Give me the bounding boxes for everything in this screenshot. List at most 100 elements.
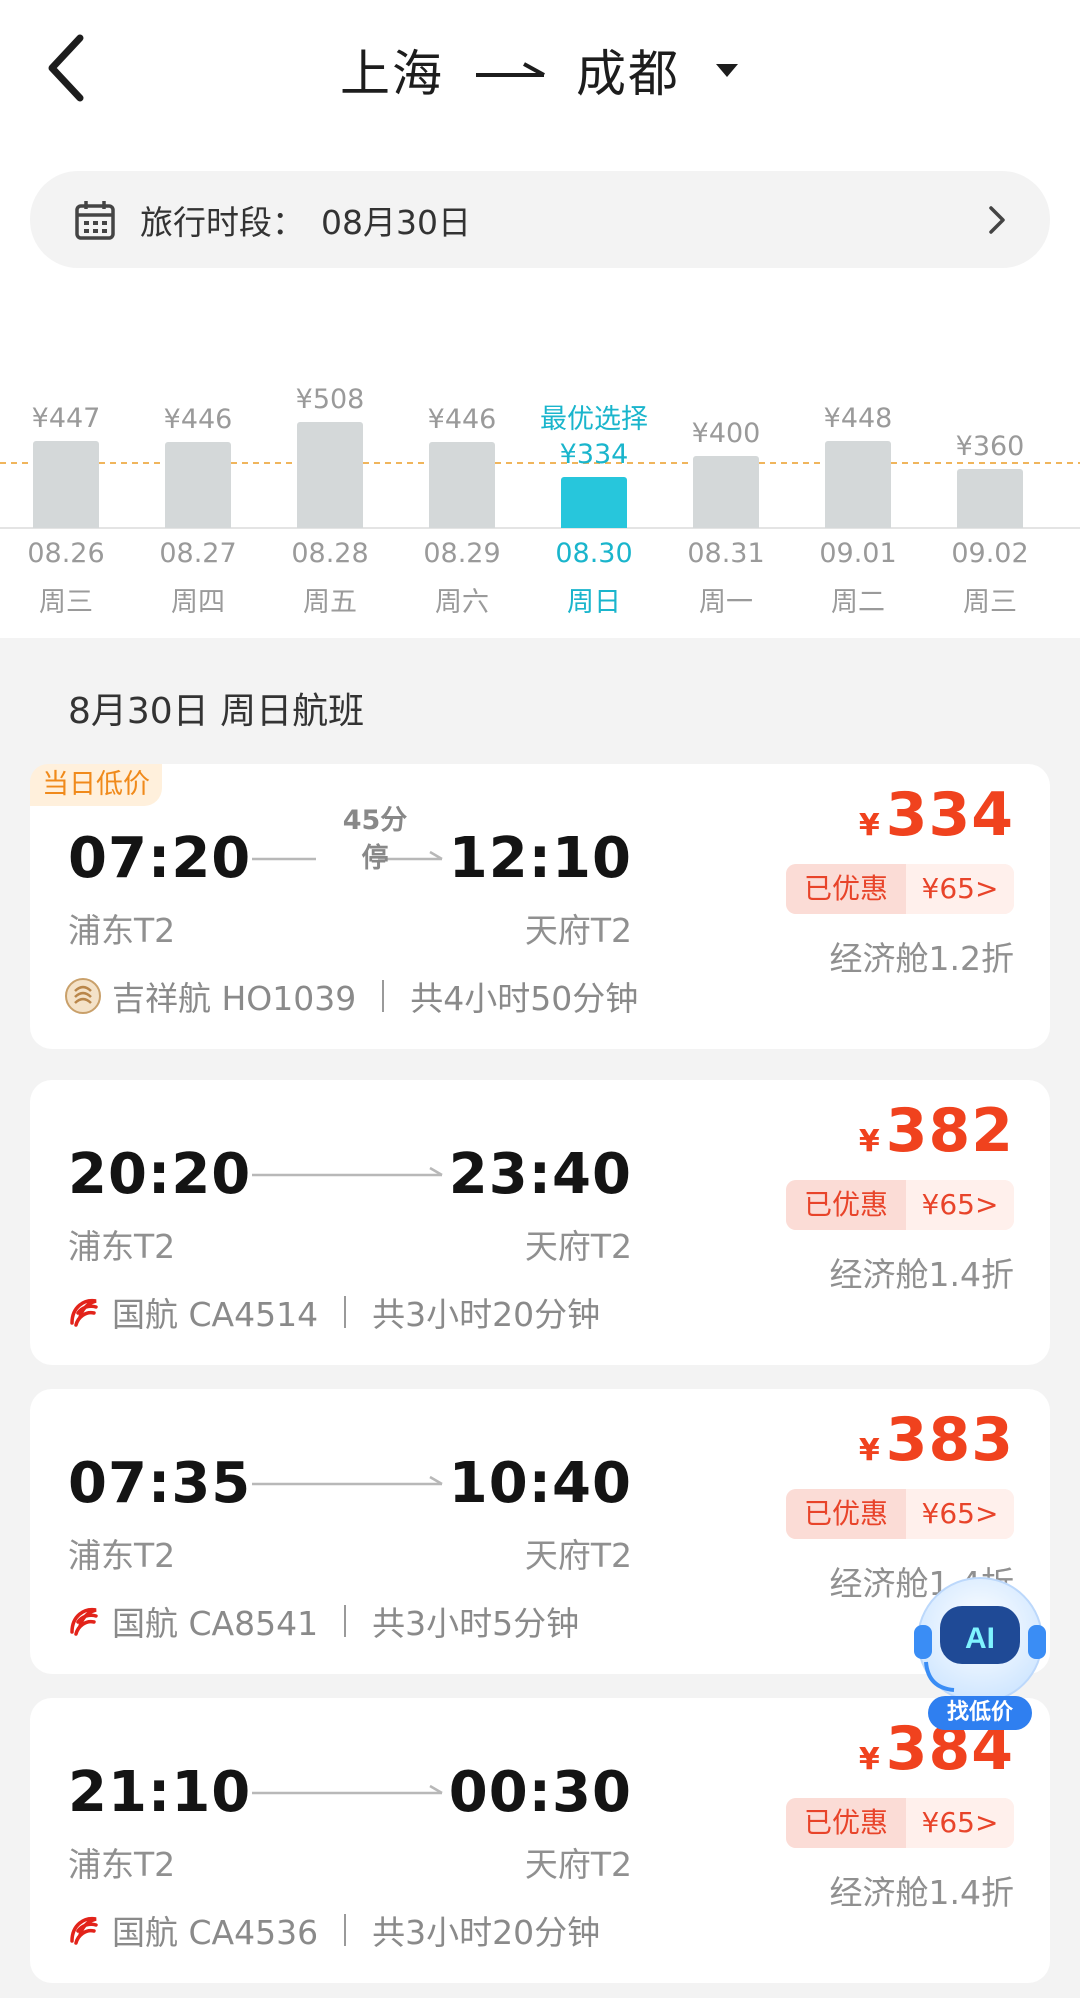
- flight-duration: 共4小时50分钟: [410, 979, 639, 1018]
- discount-badge[interactable]: 已优惠 ¥65>: [786, 1798, 1014, 1848]
- bar-date-label: 08.26: [27, 538, 105, 569]
- discount-amount: ¥65>: [906, 1180, 1014, 1230]
- arrival-airport: 天府T2: [524, 911, 632, 950]
- price-bar: [561, 477, 627, 528]
- route-line: [252, 1784, 443, 1795]
- air-china-logo-icon: [70, 1298, 98, 1327]
- price-bar: [297, 421, 363, 528]
- departure-airport: 浦东T2: [68, 1845, 176, 1884]
- divider: [344, 1914, 347, 1946]
- air-china-logo-icon: [70, 1607, 98, 1636]
- bar-weekday-label: 周三: [963, 587, 1017, 618]
- bar-date-label: 08.30: [555, 538, 633, 569]
- bar-price-label: ¥334: [559, 439, 629, 471]
- arrival-time: 23:40: [448, 1142, 632, 1207]
- departure-airport: 浦东T2: [68, 911, 176, 950]
- arrival-time: 10:40: [448, 1451, 632, 1516]
- chevron-right-icon: [989, 206, 1005, 234]
- bar-weekday-label: 周六: [435, 587, 489, 618]
- divider: [344, 1296, 347, 1328]
- bar-weekday-label: 周一: [699, 587, 753, 618]
- airline-info: 国航 CA4536 共3小时20分钟: [64, 1908, 600, 1952]
- calendar-day-08-31[interactable]: ¥400 08.31 周一: [660, 370, 792, 620]
- price-bar: [429, 441, 495, 528]
- calendar-day-08-30[interactable]: ¥334 最优选择 08.30 周日: [528, 370, 660, 620]
- to-city: 成都: [576, 45, 680, 103]
- divider: [382, 980, 385, 1012]
- currency-symbol: ¥: [858, 1433, 880, 1468]
- currency-symbol: ¥: [858, 808, 880, 843]
- airline-flight-no: 国航 CA8541: [112, 1604, 319, 1643]
- price-amount: 383: [885, 1405, 1014, 1475]
- flight-card[interactable]: 21:10 00:30 浦东T2 天府T2 国航 CA4536 共3小时20分钟 ¥384 已…: [30, 1698, 1050, 1983]
- price: ¥383: [859, 1405, 1014, 1475]
- bar-price-label: ¥446: [427, 403, 497, 435]
- stopover-info: 45分 停: [342, 805, 408, 874]
- calendar-day-08-27[interactable]: ¥446 08.27 周四: [132, 370, 264, 620]
- price-calendar-chart: ¥447 08.26 周三 ¥446 08.27 周四 ¥508 08.28 周五 ¥446 08.…: [0, 370, 1080, 620]
- departure-time: 20:20: [68, 1142, 252, 1207]
- cabin-class: 经济舱1.2折: [829, 939, 1014, 978]
- discount-badge[interactable]: 已优惠 ¥65>: [786, 1180, 1014, 1230]
- discount-badge[interactable]: 已优惠 ¥65>: [786, 864, 1014, 914]
- price: ¥334: [859, 780, 1014, 850]
- arrival-airport: 天府T2: [524, 1845, 632, 1884]
- price-amount: 382: [885, 1096, 1014, 1166]
- bar-date-label: 09.01: [819, 538, 897, 569]
- airline-info: 国航 CA8541 共3小时5分钟: [64, 1599, 579, 1643]
- calendar-day-09-02[interactable]: ¥360 09.02 周三: [924, 370, 1056, 620]
- airline-info: 国航 CA4514 共3小时20分钟: [64, 1290, 600, 1334]
- price-bar: [693, 456, 759, 528]
- flight-card[interactable]: 20:20 23:40 浦东T2 天府T2 国航 CA4514 共3小时20分钟 ¥382 已…: [30, 1080, 1050, 1365]
- calendar-day-09-01[interactable]: ¥448 09.01 周二: [792, 370, 924, 620]
- arrival-time: 12:10: [448, 826, 632, 891]
- route-title[interactable]: 上海 成都: [0, 30, 1080, 110]
- departure-time: 07:20: [68, 826, 252, 891]
- route-line: [252, 1166, 443, 1177]
- bar-price-label: ¥360: [955, 430, 1025, 462]
- discount-badge[interactable]: 已优惠 ¥65>: [786, 1489, 1014, 1539]
- juneyao-logo-icon: [65, 978, 101, 1014]
- calendar-day-08-29[interactable]: ¥446 08.29 周六: [396, 370, 528, 620]
- discount-label: 已优惠: [786, 1180, 906, 1230]
- discount-amount: ¥65>: [906, 1489, 1014, 1539]
- route-arrow-icon: [476, 62, 545, 77]
- bar-price-label: ¥508: [295, 383, 365, 415]
- bar-date-label: 08.31: [687, 538, 765, 569]
- bar-date-label: 08.28: [291, 538, 369, 569]
- airline-flight-no: 国航 CA4514: [112, 1295, 319, 1334]
- bar-price-label: ¥447: [31, 403, 101, 435]
- arrival-airport: 天府T2: [524, 1536, 632, 1575]
- currency-symbol: ¥: [858, 1742, 880, 1777]
- flight-duration: 共3小时5分钟: [372, 1604, 580, 1643]
- svg-text:AI: AI: [965, 1622, 995, 1655]
- route-line: [252, 1475, 443, 1486]
- arrival-time: 00:30: [448, 1760, 632, 1825]
- travel-date-selector[interactable]: 旅行时段： 08月30日: [30, 171, 1050, 268]
- airline-info: 吉祥航 HO1039 共4小时50分钟: [64, 974, 638, 1018]
- low-price-tag: 当日低价: [30, 764, 162, 806]
- caret-down-icon: [716, 64, 738, 77]
- airline-flight-no: 吉祥航 HO1039: [112, 979, 357, 1018]
- discount-amount: ¥65>: [906, 1798, 1014, 1848]
- air-china-logo-icon: [70, 1916, 98, 1945]
- flight-card[interactable]: 当日低价 07:20 45分 停 12:10 浦东T2 天府T2 吉祥航 HO1039 共4小…: [30, 764, 1050, 1049]
- bar-weekday-label: 周日: [567, 587, 621, 618]
- airline-flight-no: 国航 CA4536: [112, 1913, 319, 1952]
- price-bar: [957, 468, 1023, 528]
- price-bar: [825, 440, 891, 528]
- calendar-day-08-26[interactable]: ¥447 08.26 周三: [0, 370, 132, 620]
- bar-date-label: 08.29: [423, 538, 501, 569]
- bar-weekday-label: 周四: [171, 587, 225, 618]
- date-label: 旅行时段：: [140, 202, 305, 242]
- bar-weekday-label: 周五: [303, 587, 357, 618]
- arrival-airport: 天府T2: [524, 1227, 632, 1266]
- ai-assistant-button[interactable]: AI 找低价: [906, 1570, 1054, 1740]
- cabin-class: 经济舱1.4折: [829, 1873, 1014, 1912]
- price-amount: 334: [885, 780, 1014, 850]
- calendar-day-08-28[interactable]: ¥508 08.28 周五: [264, 370, 396, 620]
- discount-label: 已优惠: [786, 1798, 906, 1848]
- flight-card[interactable]: 07:35 10:40 浦东T2 天府T2 国航 CA8541 共3小时5分钟 ¥383 已优…: [30, 1389, 1050, 1674]
- discount-label: 已优惠: [786, 864, 906, 914]
- price: ¥382: [859, 1096, 1014, 1166]
